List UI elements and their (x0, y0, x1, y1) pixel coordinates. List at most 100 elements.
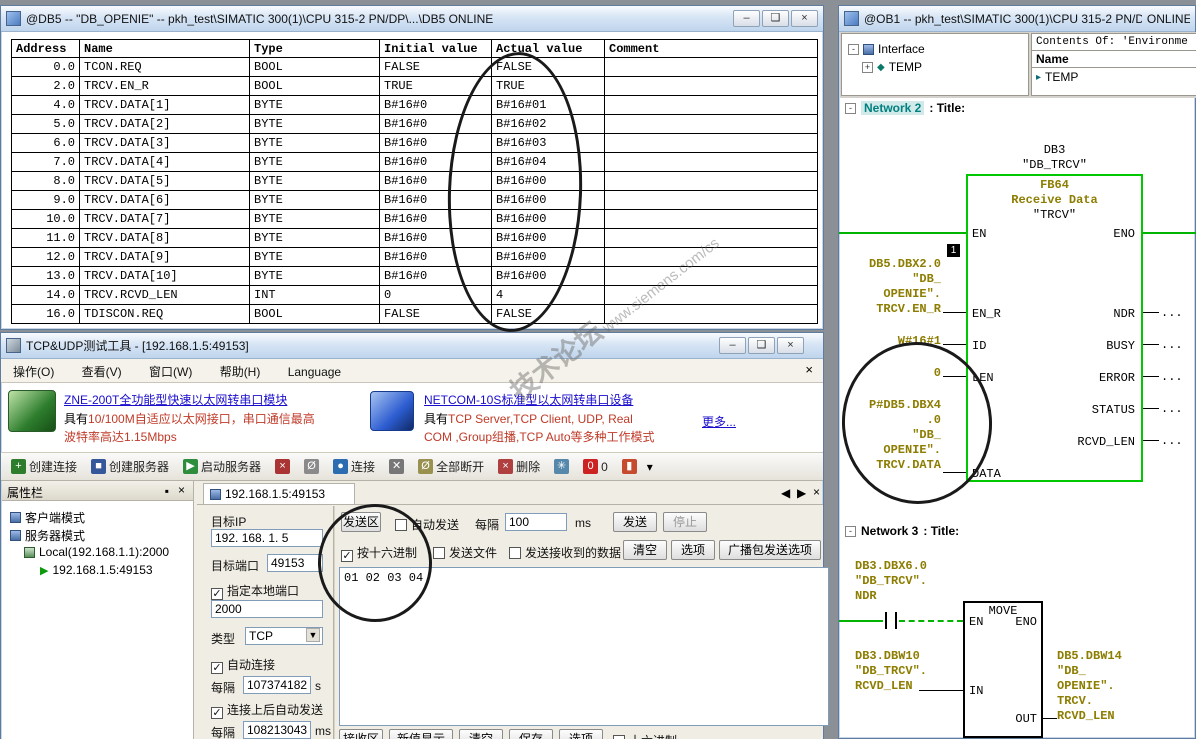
busy-unassigned[interactable]: ... (1161, 338, 1183, 352)
receive-hex-check-icon[interactable] (613, 735, 625, 739)
minimize-button[interactable]: – (733, 10, 760, 27)
network2-collapse-icon[interactable]: - (845, 102, 856, 114)
temp-tree-node[interactable]: + ◆ TEMP (862, 60, 922, 74)
send-interval-input[interactable] (505, 513, 567, 531)
sidebar-close-icon[interactable]: × (178, 483, 185, 497)
local-port-check-icon[interactable]: ✓ (211, 588, 223, 600)
network3-collapse-icon[interactable]: - (845, 525, 856, 537)
header-initial-value[interactable]: Initial value (379, 39, 492, 58)
table-row[interactable]: 8.0 TRCV.DATA[5] BYTE B#16#0 B#16#00 (11, 171, 818, 191)
local-port-input[interactable] (211, 600, 323, 618)
menubar-close-icon[interactable]: × (805, 362, 813, 377)
ndr-unassigned[interactable]: ... (1161, 306, 1183, 320)
header-type[interactable]: Type (249, 39, 380, 58)
tab-close-icon[interactable]: × (813, 485, 820, 499)
close-button[interactable]: × (777, 337, 804, 354)
options-button[interactable]: 选项 (671, 540, 715, 560)
tab-scroll-left-icon[interactable]: ◀ (781, 486, 790, 500)
network3-header[interactable]: - Network 3 : Title: (845, 524, 959, 538)
toolbar-clear-button[interactable]: ✳ (550, 457, 573, 476)
toolbar-disconnect-all-button[interactable]: Ø 全部断开 (414, 456, 488, 477)
receive-hex-checkbox[interactable]: 十六进制 (613, 732, 677, 739)
dest-port-input[interactable] (267, 554, 323, 572)
send-file-check-icon[interactable] (433, 547, 445, 559)
toolbar-new-server-button[interactable]: ■ 创建服务器 (87, 456, 173, 477)
header-comment[interactable]: Comment (604, 39, 818, 58)
menu-view[interactable]: 查看(V) (70, 359, 134, 384)
tab-scroll-right-icon[interactable]: ▶ (797, 486, 806, 500)
sidebar-item-server-mode[interactable]: 服务器模式 (10, 527, 85, 544)
toolbar-counter-zero-button[interactable]: 00 (579, 457, 612, 476)
toolbar-abort-button[interactable]: Ø (300, 457, 323, 476)
more-link[interactable]: 更多... (702, 413, 736, 430)
rcvd-len-unassigned[interactable]: ... (1161, 434, 1183, 448)
auto-connect-interval-input[interactable] (243, 676, 311, 694)
dest-ip-input[interactable] (211, 529, 323, 547)
temp-row[interactable]: ▸ TEMP (1032, 68, 1196, 86)
menu-window[interactable]: 窗口(W) (137, 359, 204, 384)
broadcast-options-button[interactable]: 广播包发送选项 (719, 540, 821, 560)
collapse-icon[interactable]: - (848, 43, 859, 55)
send-button[interactable]: 发送 (613, 512, 657, 532)
status-unassigned[interactable]: ... (1161, 402, 1183, 416)
table-row[interactable]: 14.0 TRCV.RCVD_LEN INT 0 4 (11, 285, 818, 305)
tcp-window-titlebar[interactable]: TCP&UDP测试工具 - [192.168.1.5:49153] – ❑ × (1, 333, 823, 359)
contact-operand[interactable]: DB3.DBX6.0 "DB_TRCV". NDR (855, 559, 927, 604)
name-column-header[interactable]: Name (1032, 50, 1196, 68)
local-port-checkbox[interactable]: ✓ 指定本地端口 (211, 582, 299, 600)
menu-help[interactable]: 帮助(H) (208, 359, 273, 384)
close-button[interactable]: × (791, 10, 818, 27)
expand-icon[interactable]: + (862, 61, 873, 73)
auto-send-checkbox[interactable]: ✓ 连接上后自动发送 (211, 701, 323, 719)
send-file-checkbox[interactable]: 发送文件 (433, 544, 497, 561)
auto-connect-checkbox[interactable]: ✓ 自动连接 (211, 656, 275, 674)
menu-operation[interactable]: 操作(O) (1, 359, 66, 384)
toolbar-cut-button[interactable]: ✕ (385, 457, 408, 476)
type-select[interactable]: TCP ▼ (245, 627, 323, 645)
db-window-titlebar[interactable]: @DB5 -- "DB_OPENIE" -- pkh_test\SIMATIC … (1, 6, 823, 32)
network2-header[interactable]: - Network 2 : Title: (845, 101, 965, 115)
toolbar-start-server-button[interactable]: ▶ 启动服务器 (179, 456, 265, 477)
toolbar-connect-button[interactable]: ● 连接 (329, 456, 379, 477)
toolbar-signal-button[interactable]: ▮ (618, 457, 641, 476)
new-display-button[interactable]: 新值显示 (389, 729, 453, 739)
sidebar-item-connection[interactable]: ▶ 192.168.1.5:49153 (40, 563, 153, 577)
error-unassigned[interactable]: ... (1161, 370, 1183, 384)
en-r-operand[interactable]: DB5.DBX2.0 "DB_ OPENIE". TRCV.EN_R (841, 257, 941, 317)
receive-options-button[interactable]: 选项 (559, 729, 603, 739)
sidebar-item-local-server[interactable]: Local(192.168.1.1):2000 (24, 545, 169, 559)
connection-tab[interactable]: 192.168.1.5:49153 (203, 483, 355, 504)
header-name[interactable]: Name (79, 39, 250, 58)
interface-tree-node[interactable]: - Interface (848, 42, 925, 56)
save-button[interactable]: 保存 (509, 729, 553, 739)
table-row[interactable]: 5.0 TRCV.DATA[2] BYTE B#16#0 B#16#02 (11, 114, 818, 134)
table-row[interactable]: 6.0 TRCV.DATA[3] BYTE B#16#0 B#16#03 (11, 133, 818, 153)
stop-button[interactable]: 停止 (663, 512, 707, 532)
minimize-button[interactable]: – (719, 337, 746, 354)
table-row[interactable]: 2.0 TRCV.EN_R BOOL TRUE TRUE (11, 76, 818, 96)
ad1-title-link[interactable]: ZNE-200T全功能型快速以太网转串口模块 (64, 391, 287, 408)
move-out-operand[interactable]: DB5.DBW14 "DB_ OPENIE". TRCV. RCVD_LEN (1057, 649, 1122, 724)
toolbar-stop-server-button[interactable]: × (271, 457, 294, 476)
send-received-check-icon[interactable] (509, 547, 521, 559)
toolbar-delete-button[interactable]: × 删除 (494, 456, 544, 477)
header-address[interactable]: Address (11, 39, 80, 58)
send-received-checkbox[interactable]: 发送接收到的数据 (509, 544, 621, 561)
receive-clear-button[interactable]: 清空 (459, 729, 503, 739)
restore-button[interactable]: ❑ (762, 10, 789, 27)
restore-button[interactable]: ❑ (748, 337, 775, 354)
table-row[interactable]: 7.0 TRCV.DATA[4] BYTE B#16#0 B#16#04 (11, 152, 818, 172)
toolbar-overflow-icon[interactable]: ▾ (647, 460, 653, 474)
table-row[interactable]: 9.0 TRCV.DATA[6] BYTE B#16#0 B#16#00 (11, 190, 818, 210)
auto-connect-check-icon[interactable]: ✓ (211, 662, 223, 674)
auto-send-check-icon[interactable]: ✓ (211, 707, 223, 719)
clear-button[interactable]: 清空 (623, 540, 667, 560)
table-row[interactable]: 4.0 TRCV.DATA[1] BYTE B#16#0 B#16#01 (11, 95, 818, 115)
toolbar-new-connection-button[interactable]: + 创建连接 (7, 456, 81, 477)
receive-area-button[interactable]: 接收区 (339, 729, 383, 739)
table-row[interactable]: 0.0 TCON.REQ BOOL FALSE FALSE (11, 57, 818, 77)
move-in-operand[interactable]: DB3.DBW10 "DB_TRCV". RCVD_LEN (855, 649, 927, 694)
ob1-window-titlebar[interactable]: @OB1 -- pkh_test\SIMATIC 300(1)\CPU 315-… (839, 6, 1195, 32)
sidebar-item-client-mode[interactable]: 客户端模式 (10, 509, 85, 526)
auto-send-interval-input[interactable] (243, 721, 311, 739)
